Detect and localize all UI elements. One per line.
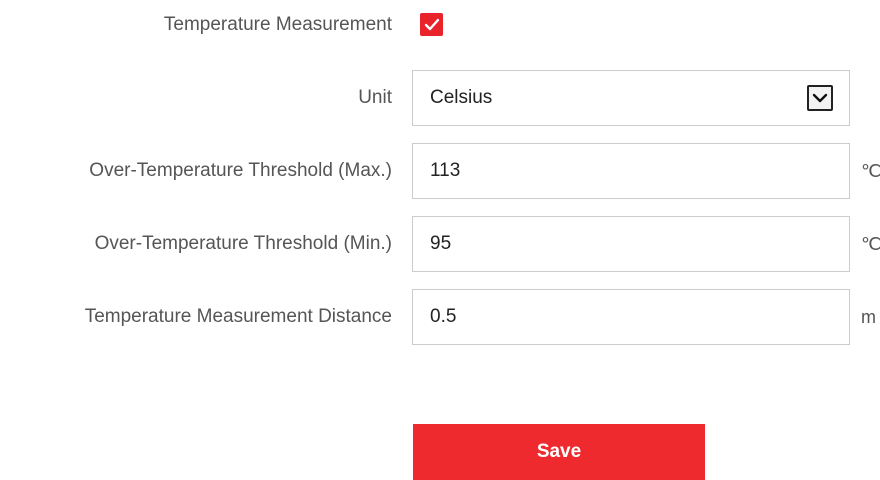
threshold-max-input[interactable] <box>430 160 810 182</box>
threshold-min-label: Over-Temperature Threshold (Min.) <box>94 233 392 254</box>
unit-label: Unit <box>358 87 392 108</box>
temperature-measurement-checkbox[interactable] <box>420 13 443 36</box>
distance-field[interactable] <box>412 289 850 345</box>
threshold-min-unit: ℃ <box>861 234 880 254</box>
checkmark-icon <box>424 18 439 30</box>
distance-input[interactable] <box>430 306 810 328</box>
threshold-max-unit: ℃ <box>861 161 880 181</box>
distance-unit: m <box>861 307 876 327</box>
threshold-max-field[interactable] <box>412 143 850 199</box>
unit-select[interactable]: Celsius <box>412 70 850 126</box>
temperature-measurement-label: Temperature Measurement <box>163 14 392 35</box>
unit-select-value: Celsius <box>430 87 493 108</box>
chevron-down-icon[interactable] <box>807 85 833 111</box>
threshold-max-label: Over-Temperature Threshold (Max.) <box>89 160 392 181</box>
distance-label: Temperature Measurement Distance <box>84 306 392 327</box>
threshold-min-field[interactable] <box>412 216 850 272</box>
threshold-min-input[interactable] <box>430 233 810 255</box>
save-button[interactable]: Save <box>413 424 705 480</box>
